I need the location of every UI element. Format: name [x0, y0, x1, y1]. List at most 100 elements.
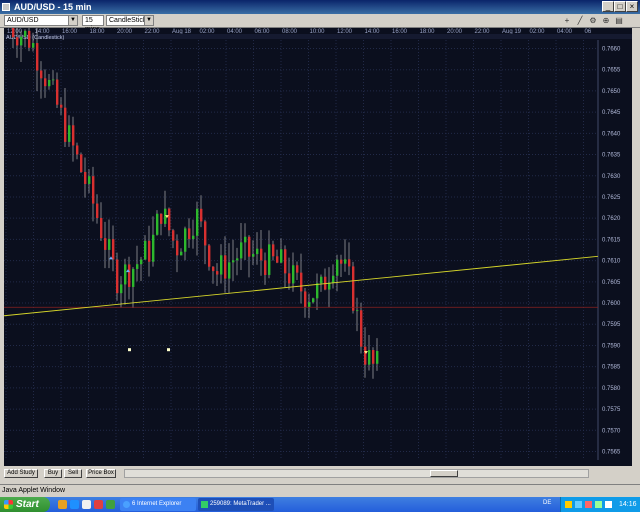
price-axis-label: 0.7635	[602, 153, 621, 159]
draw-line-icon[interactable]: ╱	[575, 16, 585, 26]
candle-bull	[68, 125, 71, 142]
candle-bear	[300, 272, 303, 292]
candle-bull	[252, 254, 255, 257]
tray-icon[interactable]	[575, 501, 582, 508]
candle-bull	[136, 264, 139, 269]
price-chart[interactable]: 12:00 14:00 16:00 18:00 20:00 22:00 Aug 18 02:0…	[4, 28, 632, 466]
price-axis-label: 0.7585	[602, 365, 621, 371]
candle-bull	[32, 43, 35, 48]
candle-bull	[368, 350, 371, 365]
candle-bull	[220, 255, 223, 275]
quick-launch-icon[interactable]	[70, 500, 79, 509]
candle-bear	[72, 125, 75, 146]
candle-bear	[148, 240, 151, 262]
metatrader-icon	[201, 501, 208, 508]
price-axis-label: 0.7630	[602, 174, 621, 180]
tray-icon[interactable]	[605, 501, 612, 508]
candle-bear	[128, 264, 131, 287]
candle-bull	[312, 298, 315, 303]
scrollbar-thumb[interactable]	[430, 470, 458, 477]
candle-bear	[272, 244, 275, 257]
candle-bear	[116, 259, 119, 294]
price-axis-label: 0.7605	[602, 280, 621, 286]
candle-bear	[36, 43, 39, 71]
candle-bear	[188, 228, 191, 240]
chart-background	[4, 28, 632, 466]
candle-bear	[84, 171, 87, 184]
timeframe-select[interactable]: 15 mins	[82, 15, 104, 33]
price-axis-label: 0.7570	[602, 428, 621, 434]
candle-bear	[160, 213, 163, 224]
chart-canvas[interactable]: 12:00 14:00 16:00 18:00 20:00 22:00 Aug 18 02:0…	[4, 28, 632, 466]
quick-launch-icon[interactable]	[106, 500, 115, 509]
quick-launch-icon[interactable]	[82, 500, 91, 509]
candle-bull	[256, 248, 259, 255]
task-label: 6 Internet Explorer	[132, 501, 182, 507]
candle-bull	[344, 259, 347, 264]
candle-bear	[104, 238, 107, 250]
chevron-down-icon[interactable]: ▼	[144, 16, 153, 25]
crosshair-icon[interactable]: +	[562, 16, 572, 26]
candle-bear	[112, 239, 115, 260]
horizontal-scrollbar[interactable]	[124, 469, 589, 478]
candle-bear	[204, 221, 207, 246]
candle-bull	[320, 276, 323, 284]
chevron-down-icon[interactable]: ▼	[68, 16, 77, 25]
candle-bear	[100, 217, 103, 239]
object-marker[interactable]	[167, 348, 170, 352]
add-study-button[interactable]: Add Study	[4, 469, 38, 478]
settings-icon[interactable]: ⚙	[588, 16, 598, 26]
quick-launch-icon[interactable]	[58, 500, 67, 509]
symbol-select[interactable]: AUD/USD ▼	[4, 15, 78, 26]
candle-bull	[232, 260, 235, 263]
tray-icon[interactable]	[595, 501, 602, 508]
print-icon[interactable]: ▤	[614, 16, 624, 26]
price-axis-label: 0.7595	[602, 322, 621, 328]
buy-button[interactable]: Buy	[44, 469, 62, 478]
candle-bear	[40, 70, 43, 79]
candle-bull	[280, 249, 283, 263]
start-label: Start	[16, 499, 39, 510]
candle-bull	[356, 310, 359, 312]
candle-bull	[192, 235, 195, 240]
window-title-bar: AUD/USD - 15 min _ □ ×	[0, 0, 640, 14]
candle-bear	[304, 291, 307, 308]
close-button[interactable]: ×	[626, 1, 638, 12]
taskbar-item-metatrader[interactable]: 259089: MetaTrader ...	[198, 498, 274, 511]
chart-type-select[interactable]: CandleStick ▼	[106, 15, 154, 26]
candle-bull	[292, 265, 295, 284]
start-button[interactable]: Start	[0, 497, 50, 512]
candle-bear	[12, 28, 15, 38]
candle-bull	[180, 251, 183, 256]
candle-bear	[60, 104, 63, 108]
chart-bottom-bar: Add Study Buy Sell Price Box	[4, 468, 632, 479]
price-axis-label: 0.7640	[602, 131, 621, 137]
tray-icon[interactable]	[585, 501, 592, 508]
tray-icon[interactable]	[565, 501, 572, 508]
ie-icon	[123, 501, 130, 508]
price-axis-label: 0.7650	[602, 89, 621, 95]
candle-bear	[92, 176, 95, 204]
windows-logo-icon	[4, 500, 13, 509]
candle-bull	[376, 350, 379, 364]
price-axis-label: 0.7565	[602, 450, 621, 456]
candle-bull	[336, 259, 339, 276]
chart-legend: AUD/USD (Candlestick)	[6, 35, 65, 41]
zoom-icon[interactable]: ⊕	[601, 16, 611, 26]
taskbar-item-internet-explorer[interactable]: 6 Internet Explorer	[120, 498, 196, 511]
candle-bull	[316, 283, 319, 299]
minimize-button[interactable]: _	[602, 1, 614, 12]
maximize-button[interactable]: □	[614, 1, 626, 12]
object-marker[interactable]	[128, 348, 131, 352]
window-title: AUD/USD - 15 min	[14, 2, 92, 12]
candle-bull	[48, 79, 51, 87]
candle-bear	[352, 266, 355, 311]
price-box-button[interactable]: Price Box	[86, 469, 116, 478]
language-indicator[interactable]: DE	[543, 500, 551, 506]
price-axis-label: 0.7575	[602, 407, 621, 413]
sell-button[interactable]: Sell	[64, 469, 82, 478]
quick-launch-icon[interactable]	[94, 500, 103, 509]
candle-bear	[372, 350, 375, 364]
candle-bull	[236, 258, 239, 261]
price-axis-label: 0.7620	[602, 216, 621, 222]
